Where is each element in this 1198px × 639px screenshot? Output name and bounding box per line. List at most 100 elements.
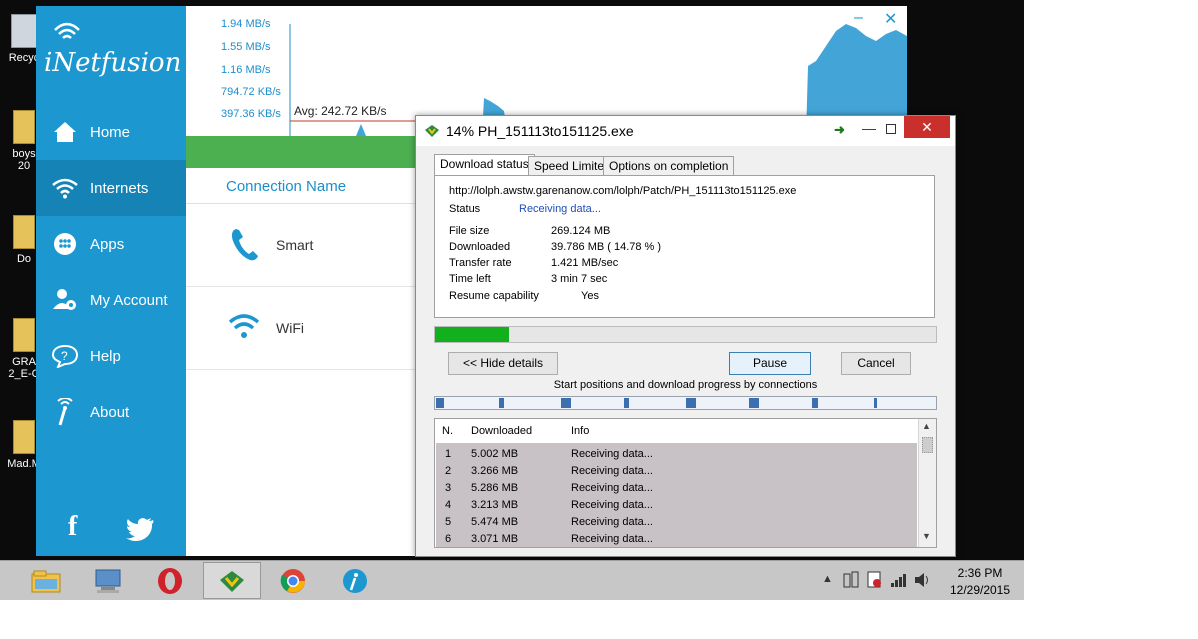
row-info: Receiving data... bbox=[571, 448, 653, 460]
sidebar-item-about[interactable]: About bbox=[36, 384, 186, 440]
sidebar-item-label: Apps bbox=[90, 235, 125, 253]
chevron-up-icon[interactable]: ▲ bbox=[922, 421, 931, 431]
sidebar-item-help[interactable]: ? Help bbox=[36, 328, 186, 384]
download-url: http://lolph.awstw.garenanow.com/lolph/P… bbox=[449, 185, 797, 197]
idm-icon bbox=[220, 570, 244, 592]
help-icon: ? bbox=[50, 341, 80, 371]
apps-icon bbox=[50, 229, 80, 259]
inetfusion-icon bbox=[343, 568, 367, 593]
sidebar-item-internets[interactable]: Internets bbox=[36, 160, 186, 216]
scrollbar[interactable]: ▲ ▼ bbox=[918, 419, 936, 547]
connection-segment bbox=[624, 398, 629, 408]
sidebar-item-label: Home bbox=[90, 123, 131, 141]
row-info: Receiving data... bbox=[571, 516, 653, 528]
row-number: 4 bbox=[445, 499, 452, 511]
account-icon bbox=[50, 285, 80, 315]
row-info: Receiving data... bbox=[571, 499, 653, 511]
taskbar-inetfusion[interactable] bbox=[326, 562, 384, 599]
folder-icon bbox=[13, 318, 35, 352]
taskbar-chrome[interactable] bbox=[264, 562, 322, 599]
taskbar: ▲ 2:36 PM 12/29/2015 bbox=[0, 560, 1024, 600]
time-left-value: 3 min 7 sec bbox=[551, 273, 608, 285]
home-icon bbox=[50, 117, 80, 147]
sidebar-item-apps[interactable]: Apps bbox=[36, 216, 186, 272]
chrome-icon bbox=[280, 568, 305, 593]
clock-date[interactable]: 12/29/2015 bbox=[940, 583, 1020, 597]
minimize-button[interactable]: — bbox=[862, 120, 876, 136]
network-adapter-icon[interactable] bbox=[843, 571, 859, 589]
table-row[interactable]: 1 5.002 MB Receiving data... bbox=[436, 445, 917, 462]
dialog-title: 14% PH_151113to151125.exe bbox=[446, 123, 634, 139]
row-info: Receiving data... bbox=[571, 533, 653, 545]
phone-icon bbox=[232, 229, 258, 261]
table-row[interactable]: 6 3.071 MB Receiving data... bbox=[436, 530, 917, 547]
connections-progress-strip bbox=[434, 396, 937, 410]
desktop: Recyc boys 20 Do GRA 2_E-C Mad.M iNetfus… bbox=[0, 0, 1024, 600]
connection-segment bbox=[686, 398, 696, 408]
tab-options-on-completion[interactable]: Options on completion bbox=[603, 156, 735, 176]
cancel-button[interactable]: Cancel bbox=[841, 352, 911, 375]
column-header-downloaded: Downloaded bbox=[471, 425, 533, 437]
taskbar-idm[interactable] bbox=[203, 562, 261, 599]
taskbar-computer[interactable] bbox=[79, 562, 137, 599]
table-row[interactable]: 5 5.474 MB Receiving data... bbox=[436, 513, 917, 530]
action-center-icon[interactable] bbox=[866, 571, 882, 589]
wifi-icon bbox=[228, 314, 260, 338]
hide-details-button[interactable]: << Hide details bbox=[448, 352, 558, 375]
file-size-value: 269.124 MB bbox=[551, 225, 611, 237]
connections-rows: 1 5.002 MB Receiving data... 2 3.266 MB … bbox=[436, 443, 917, 547]
sidebar-item-label: Internets bbox=[90, 179, 149, 197]
close-button[interactable]: ✕ bbox=[904, 116, 950, 138]
download-progress-fill bbox=[435, 327, 510, 342]
status-value: Receiving data... bbox=[519, 203, 601, 215]
tab-download-status[interactable]: Download status bbox=[434, 154, 535, 176]
dialog-titlebar[interactable]: 14% PH_151113to151125.exe ➜ — ✕ bbox=[416, 116, 955, 146]
download-status-panel: http://lolph.awstw.garenanow.com/lolph/P… bbox=[434, 175, 935, 318]
taskbar-opera[interactable] bbox=[141, 562, 199, 599]
field-label: Transfer rate bbox=[449, 257, 512, 269]
connection-header-label: Connection Name bbox=[226, 178, 347, 195]
chevron-down-icon[interactable]: ▼ bbox=[922, 531, 931, 541]
pause-button[interactable]: Pause bbox=[729, 352, 811, 375]
facebook-icon[interactable]: f bbox=[68, 511, 77, 543]
about-icon bbox=[50, 397, 80, 427]
sidebar-item-my-account[interactable]: My Account bbox=[36, 272, 186, 328]
graph-average-label: Avg: 242.72 KB/s bbox=[294, 104, 387, 118]
scrollbar-thumb[interactable] bbox=[922, 437, 933, 453]
status-label: Status bbox=[449, 203, 481, 215]
connection-label: Smart bbox=[276, 237, 314, 253]
tab-speed-limiter[interactable]: Speed Limiter bbox=[528, 156, 615, 176]
sidebar-item-home[interactable]: Home bbox=[36, 104, 186, 160]
row-number: 1 bbox=[445, 448, 452, 460]
connection-label: WiFi bbox=[276, 320, 304, 336]
row-downloaded: 5.286 MB bbox=[471, 482, 519, 494]
maximize-button[interactable] bbox=[886, 124, 896, 134]
connection-segment bbox=[749, 398, 759, 408]
row-downloaded: 5.474 MB bbox=[471, 516, 519, 528]
table-row[interactable]: 2 3.266 MB Receiving data... bbox=[436, 462, 917, 479]
signal-strength-icon[interactable] bbox=[890, 573, 908, 587]
show-hidden-icons-icon[interactable]: ▲ bbox=[822, 573, 833, 585]
row-downloaded: 3.213 MB bbox=[471, 499, 519, 511]
idm-app-icon bbox=[425, 125, 439, 137]
connection-segment bbox=[499, 398, 504, 408]
row-downloaded: 5.002 MB bbox=[471, 448, 519, 460]
sidebar-item-label: My Account bbox=[90, 291, 168, 309]
computer-icon bbox=[95, 569, 121, 593]
social-links: f bbox=[36, 511, 186, 551]
arrow-right-icon[interactable]: ➜ bbox=[834, 122, 845, 138]
clock-time[interactable]: 2:36 PM bbox=[950, 566, 1010, 580]
table-row[interactable]: 4 3.213 MB Receiving data... bbox=[436, 496, 917, 513]
resume-capability-value: Yes bbox=[581, 290, 599, 302]
taskbar-file-explorer[interactable] bbox=[17, 562, 75, 599]
row-info: Receiving data... bbox=[571, 465, 653, 477]
row-number: 3 bbox=[445, 482, 452, 494]
minimize-button[interactable]: – bbox=[854, 9, 863, 27]
connection-segment bbox=[812, 398, 818, 408]
field-label: File size bbox=[449, 225, 490, 237]
volume-icon[interactable] bbox=[914, 572, 932, 588]
close-button[interactable]: ✕ bbox=[884, 9, 897, 29]
twitter-icon[interactable] bbox=[126, 517, 154, 541]
table-row[interactable]: 3 5.286 MB Receiving data... bbox=[436, 479, 917, 496]
field-label: Resume capability bbox=[449, 290, 539, 302]
